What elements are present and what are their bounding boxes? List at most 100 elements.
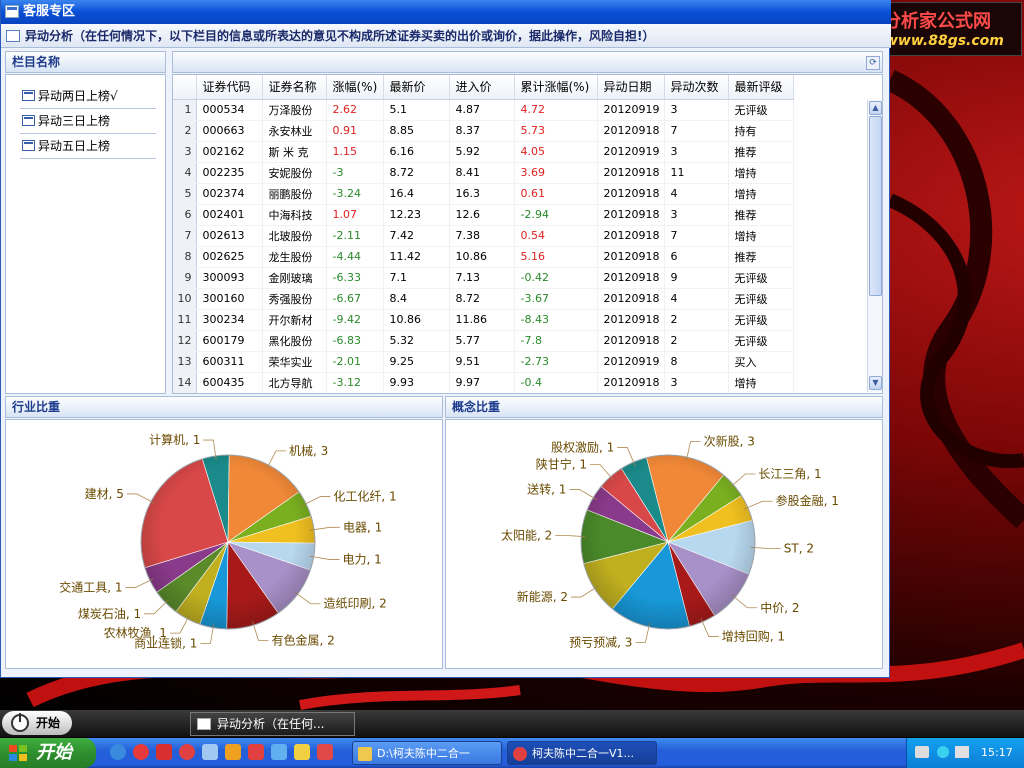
cell-cum: -3.67: [514, 288, 598, 310]
start-button[interactable]: 开始: [0, 738, 96, 768]
cell-last: 8.85: [383, 120, 450, 142]
scroll-up-icon[interactable]: ▲: [869, 101, 882, 115]
cell-entry: 12.6: [449, 204, 515, 226]
app-task-label: 异动分析（在任何...: [217, 717, 325, 731]
cell-name: 金刚玻璃: [262, 267, 327, 289]
table-row[interactable]: 3 002162 斯 米 克 1.15 6.16 5.92 4.05 20120919 3 推荐: [173, 141, 794, 163]
cell-code: 002401: [196, 204, 263, 226]
app-start-button[interactable]: 开始: [2, 711, 72, 735]
cell-entry: 9.51: [449, 351, 515, 373]
industry-chart-title: 行业比重: [12, 400, 61, 414]
system-tray: 15:17: [906, 738, 1024, 768]
table-row[interactable]: 13 600311 荣华实业 -2.01 9.25 9.51 -2.73 20120919 8 买…: [173, 351, 794, 373]
row-number: 1: [173, 99, 197, 121]
column-header[interactable]: 涨幅(%): [326, 75, 384, 100]
pie-label: 电器, 1: [343, 520, 382, 534]
row-number: 3: [173, 141, 197, 163]
cell-name: 万泽股份: [262, 99, 327, 121]
table-row[interactable]: 2 000663 永安林业 0.91 8.85 8.37 5.73 20120918 7 持有: [173, 120, 794, 142]
table-row[interactable]: 4 002235 安妮股份 -3 8.72 8.41 3.69 20120918 11 增持: [173, 162, 794, 184]
column-header[interactable]: 最新评级: [728, 75, 794, 100]
taskbar-button-label: D:\柯夫陈中二合一: [377, 747, 470, 760]
pie-label: 次新股, 3: [704, 434, 755, 449]
cell-rating: 买入: [728, 351, 794, 373]
column-header[interactable]: 证券名称: [262, 75, 327, 100]
grid-vertical-scrollbar[interactable]: ▲ ▼: [867, 100, 882, 392]
pie-label: 股权激励, 1: [551, 440, 614, 454]
app-shortcut-icon[interactable]: [294, 744, 310, 760]
app-shortcut-icon[interactable]: [156, 744, 172, 760]
window-titlebar[interactable]: 客服专区: [1, 0, 891, 24]
column-header[interactable]: 异动日期: [597, 75, 665, 100]
cell-rating: 无评级: [728, 309, 794, 331]
table-row[interactable]: 11 300234 开尔新材 -9.42 10.86 11.86 -8.43 20120918…: [173, 309, 794, 331]
app-shortcut-icon[interactable]: [202, 744, 218, 760]
scroll-down-icon[interactable]: ▼: [869, 376, 882, 390]
cell-date: 20120918: [597, 372, 665, 393]
cell-last: 8.72: [383, 162, 450, 184]
cell-rating: 推荐: [728, 204, 794, 226]
cell-name: 开尔新材: [262, 309, 327, 331]
pie-label: 太阳能, 2: [501, 527, 552, 542]
window-title: 客服专区: [23, 4, 76, 19]
cell-entry: 10.86: [449, 246, 515, 268]
pie-label: 预亏预减, 3: [569, 635, 632, 649]
table-row[interactable]: 10 300160 秀强股份 -6.67 8.4 8.72 -3.67 20120918 4 无评…: [173, 288, 794, 310]
cell-code: 600179: [196, 330, 263, 352]
table-row[interactable]: 8 002625 龙生股份 -4.44 11.42 10.86 5.16 20120918 6 推…: [173, 246, 794, 268]
nav-item-five-day[interactable]: 异动五日上榜: [20, 135, 156, 159]
app-task-button[interactable]: 异动分析（在任何...: [190, 712, 355, 736]
cell-cum: -0.42: [514, 267, 598, 289]
scroll-thumb[interactable]: [869, 116, 882, 296]
taskbar-browser-button[interactable]: 柯夫陈中二合一V1...: [507, 741, 657, 765]
refresh-icon[interactable]: ⟳: [866, 56, 880, 70]
app-shortcut-icon[interactable]: [248, 744, 264, 760]
window-app-icon: [5, 5, 19, 18]
app-shortcut-icon[interactable]: [271, 744, 287, 760]
network-icon[interactable]: [937, 746, 949, 758]
ie-icon[interactable]: [110, 744, 126, 760]
cell-date: 20120918: [597, 288, 665, 310]
browser-icon[interactable]: [179, 744, 195, 760]
cell-times: 3: [664, 372, 729, 393]
volume-icon[interactable]: [955, 746, 969, 758]
browser-icon[interactable]: [133, 744, 149, 760]
column-header[interactable]: 累计涨幅(%): [514, 75, 598, 100]
cell-rating: 增持: [728, 183, 794, 205]
table-row[interactable]: 14 600435 北方导航 -3.12 9.93 9.97 -0.4 20120918 3 增持: [173, 372, 794, 393]
table-row[interactable]: 5 002374 丽鹏股份 -3.24 16.4 16.3 0.61 20120918 4 增持: [173, 183, 794, 205]
cell-name: 黑化股份: [262, 330, 327, 352]
nav-item-two-day[interactable]: 异动两日上榜√: [20, 85, 156, 109]
column-header[interactable]: 证券代码: [196, 75, 263, 100]
app-shortcut-icon[interactable]: [317, 744, 333, 760]
column-header[interactable]: 最新价: [383, 75, 450, 100]
column-header[interactable]: 异动次数: [664, 75, 729, 100]
cell-cum: 4.72: [514, 99, 598, 121]
cell-chg: -4.44: [326, 246, 384, 268]
table-row[interactable]: 6 002401 中海科技 1.07 12.23 12.6 -2.94 20120918 3 推荐: [173, 204, 794, 226]
table-row[interactable]: 12 600179 黑化股份 -6.83 5.32 5.77 -7.8 20120918 2 无评…: [173, 330, 794, 352]
app-shortcut-icon[interactable]: [225, 744, 241, 760]
subtitle-text: 异动分析（在任何情况下，以下栏目的信息或所表达的意见不构成所述证券买卖的出价或询…: [25, 29, 655, 43]
cell-times: 9: [664, 267, 729, 289]
taskbar-folder-button[interactable]: D:\柯夫陈中二合一: [352, 741, 502, 765]
cell-name: 中海科技: [262, 204, 327, 226]
table-row[interactable]: 9 300093 金刚玻璃 -6.33 7.1 7.13 -0.42 20120918 9 无评级: [173, 267, 794, 289]
pie-label: 增持回购, 1: [722, 629, 785, 644]
cell-name: 永安林业: [262, 120, 327, 142]
row-number: 4: [173, 162, 197, 184]
nav-item-three-day[interactable]: 异动三日上榜: [20, 110, 156, 134]
cell-rating: 持有: [728, 120, 794, 142]
power-icon: [11, 713, 29, 732]
table-row[interactable]: 1 000534 万泽股份 2.62 5.1 4.87 4.72 20120919 3 无评级: [173, 99, 794, 121]
table-row[interactable]: 7 002613 北玻股份 -2.11 7.42 7.38 0.54 20120918 7 增持: [173, 225, 794, 247]
pie-label: 长江三角, 1: [758, 467, 821, 481]
cell-times: 3: [664, 204, 729, 226]
cell-chg: -3: [326, 162, 384, 184]
browser-icon: [513, 747, 527, 761]
keyboard-icon[interactable]: [915, 746, 929, 758]
cell-code: 300160: [196, 288, 263, 310]
column-header[interactable]: 进入价: [449, 75, 515, 100]
row-number: 12: [173, 330, 197, 352]
cell-rating: 无评级: [728, 267, 794, 289]
